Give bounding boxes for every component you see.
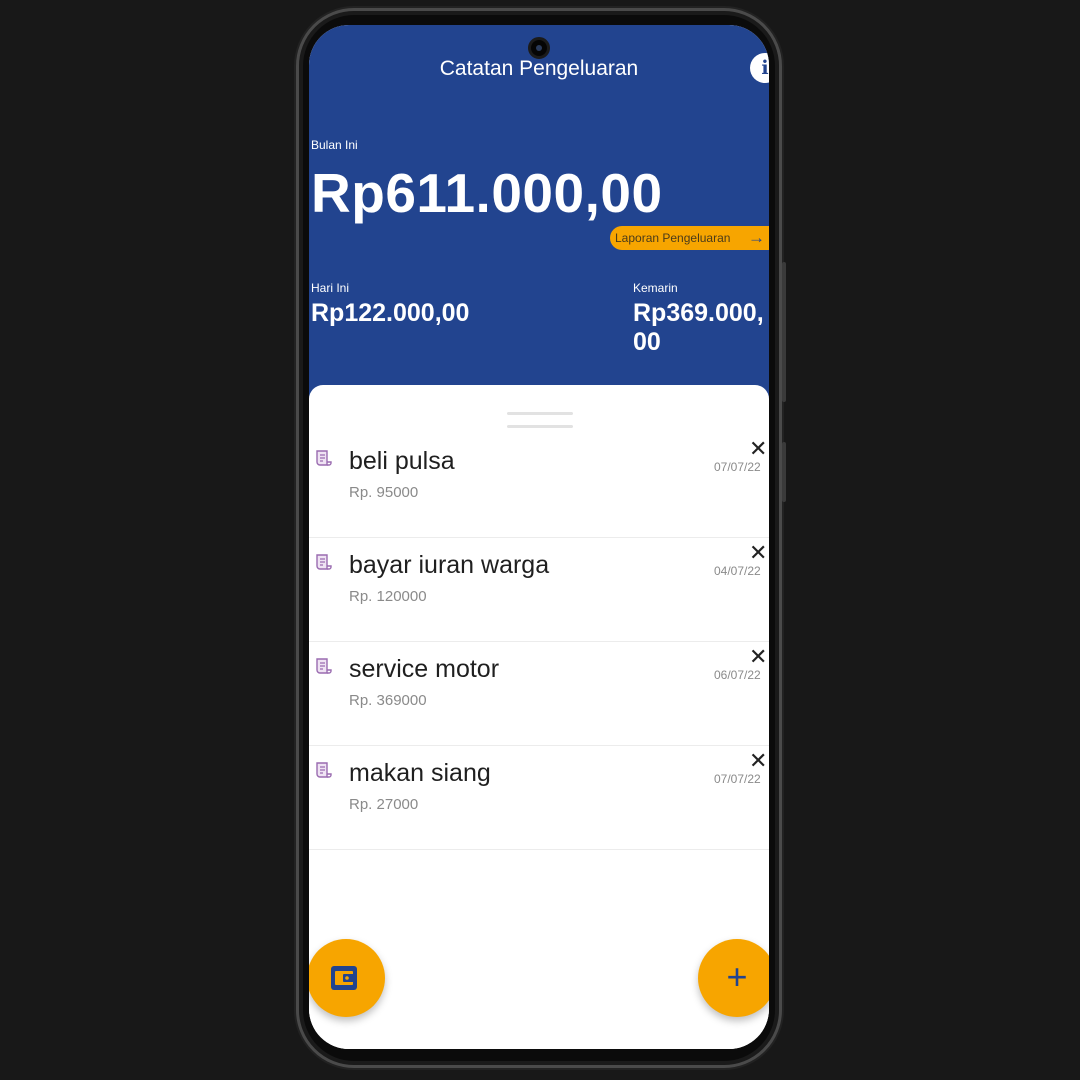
close-icon[interactable]: ✕	[749, 438, 767, 460]
drag-handle[interactable]	[507, 412, 573, 415]
expense-name: service motor	[349, 655, 500, 683]
expense-name: makan siang	[349, 759, 491, 787]
receipt-icon	[316, 762, 332, 778]
expense-amount: Rp. 369000	[349, 692, 427, 709]
receipt-icon	[316, 658, 332, 674]
expense-date: 07/07/22	[714, 460, 761, 474]
report-button[interactable]: Laporan Pengeluaran →	[610, 226, 769, 250]
list-item[interactable]: makan siang Rp. 27000 07/07/22 ✕	[309, 746, 769, 850]
plus-icon: +	[726, 956, 748, 997]
list-item[interactable]: beli pulsa Rp. 95000 07/07/22 ✕	[309, 434, 769, 538]
front-camera	[528, 37, 550, 59]
volume-button	[782, 262, 786, 402]
list-item[interactable]: service motor Rp. 369000 06/07/22 ✕	[309, 642, 769, 746]
expense-date: 04/07/22	[714, 564, 761, 578]
expense-date: 06/07/22	[714, 668, 761, 682]
expense-amount: Rp. 95000	[349, 484, 419, 501]
month-label: Bulan Ini	[311, 138, 358, 152]
app-title: Catatan Pengeluaran	[439, 57, 639, 80]
today-total: Rp122.000,00	[311, 299, 470, 327]
close-icon[interactable]: ✕	[749, 646, 767, 668]
summary-header: Catatan Pengeluaran i Bulan Ini Rp611.00…	[309, 25, 769, 405]
month-total: Rp611.000,00	[311, 162, 663, 224]
expense-name: beli pulsa	[349, 447, 455, 475]
close-icon[interactable]: ✕	[749, 750, 767, 772]
expense-amount: Rp. 120000	[349, 588, 427, 605]
wallet-icon	[331, 966, 357, 990]
expense-date: 07/07/22	[714, 772, 761, 786]
wallet-button[interactable]	[309, 939, 385, 1017]
drag-handle-line	[507, 425, 573, 428]
app-screen: Catatan Pengeluaran i Bulan Ini Rp611.00…	[309, 25, 769, 1049]
power-button	[782, 442, 786, 502]
add-expense-button[interactable]: +	[698, 939, 769, 1017]
report-button-label: Laporan Pengeluaran	[615, 231, 731, 245]
expense-amount: Rp. 27000	[349, 796, 419, 813]
receipt-icon	[316, 450, 332, 466]
yesterday-total: Rp369.000,00	[633, 299, 764, 356]
expense-name: bayar iuran warga	[349, 551, 550, 579]
yesterday-label: Kemarin	[633, 281, 678, 295]
close-icon[interactable]: ✕	[749, 542, 767, 564]
arrow-right-icon: →	[748, 228, 765, 247]
receipt-icon	[316, 554, 332, 570]
today-label: Hari Ini	[311, 281, 350, 295]
list-item[interactable]: bayar iuran warga Rp. 120000 04/07/22 ✕	[309, 538, 769, 642]
